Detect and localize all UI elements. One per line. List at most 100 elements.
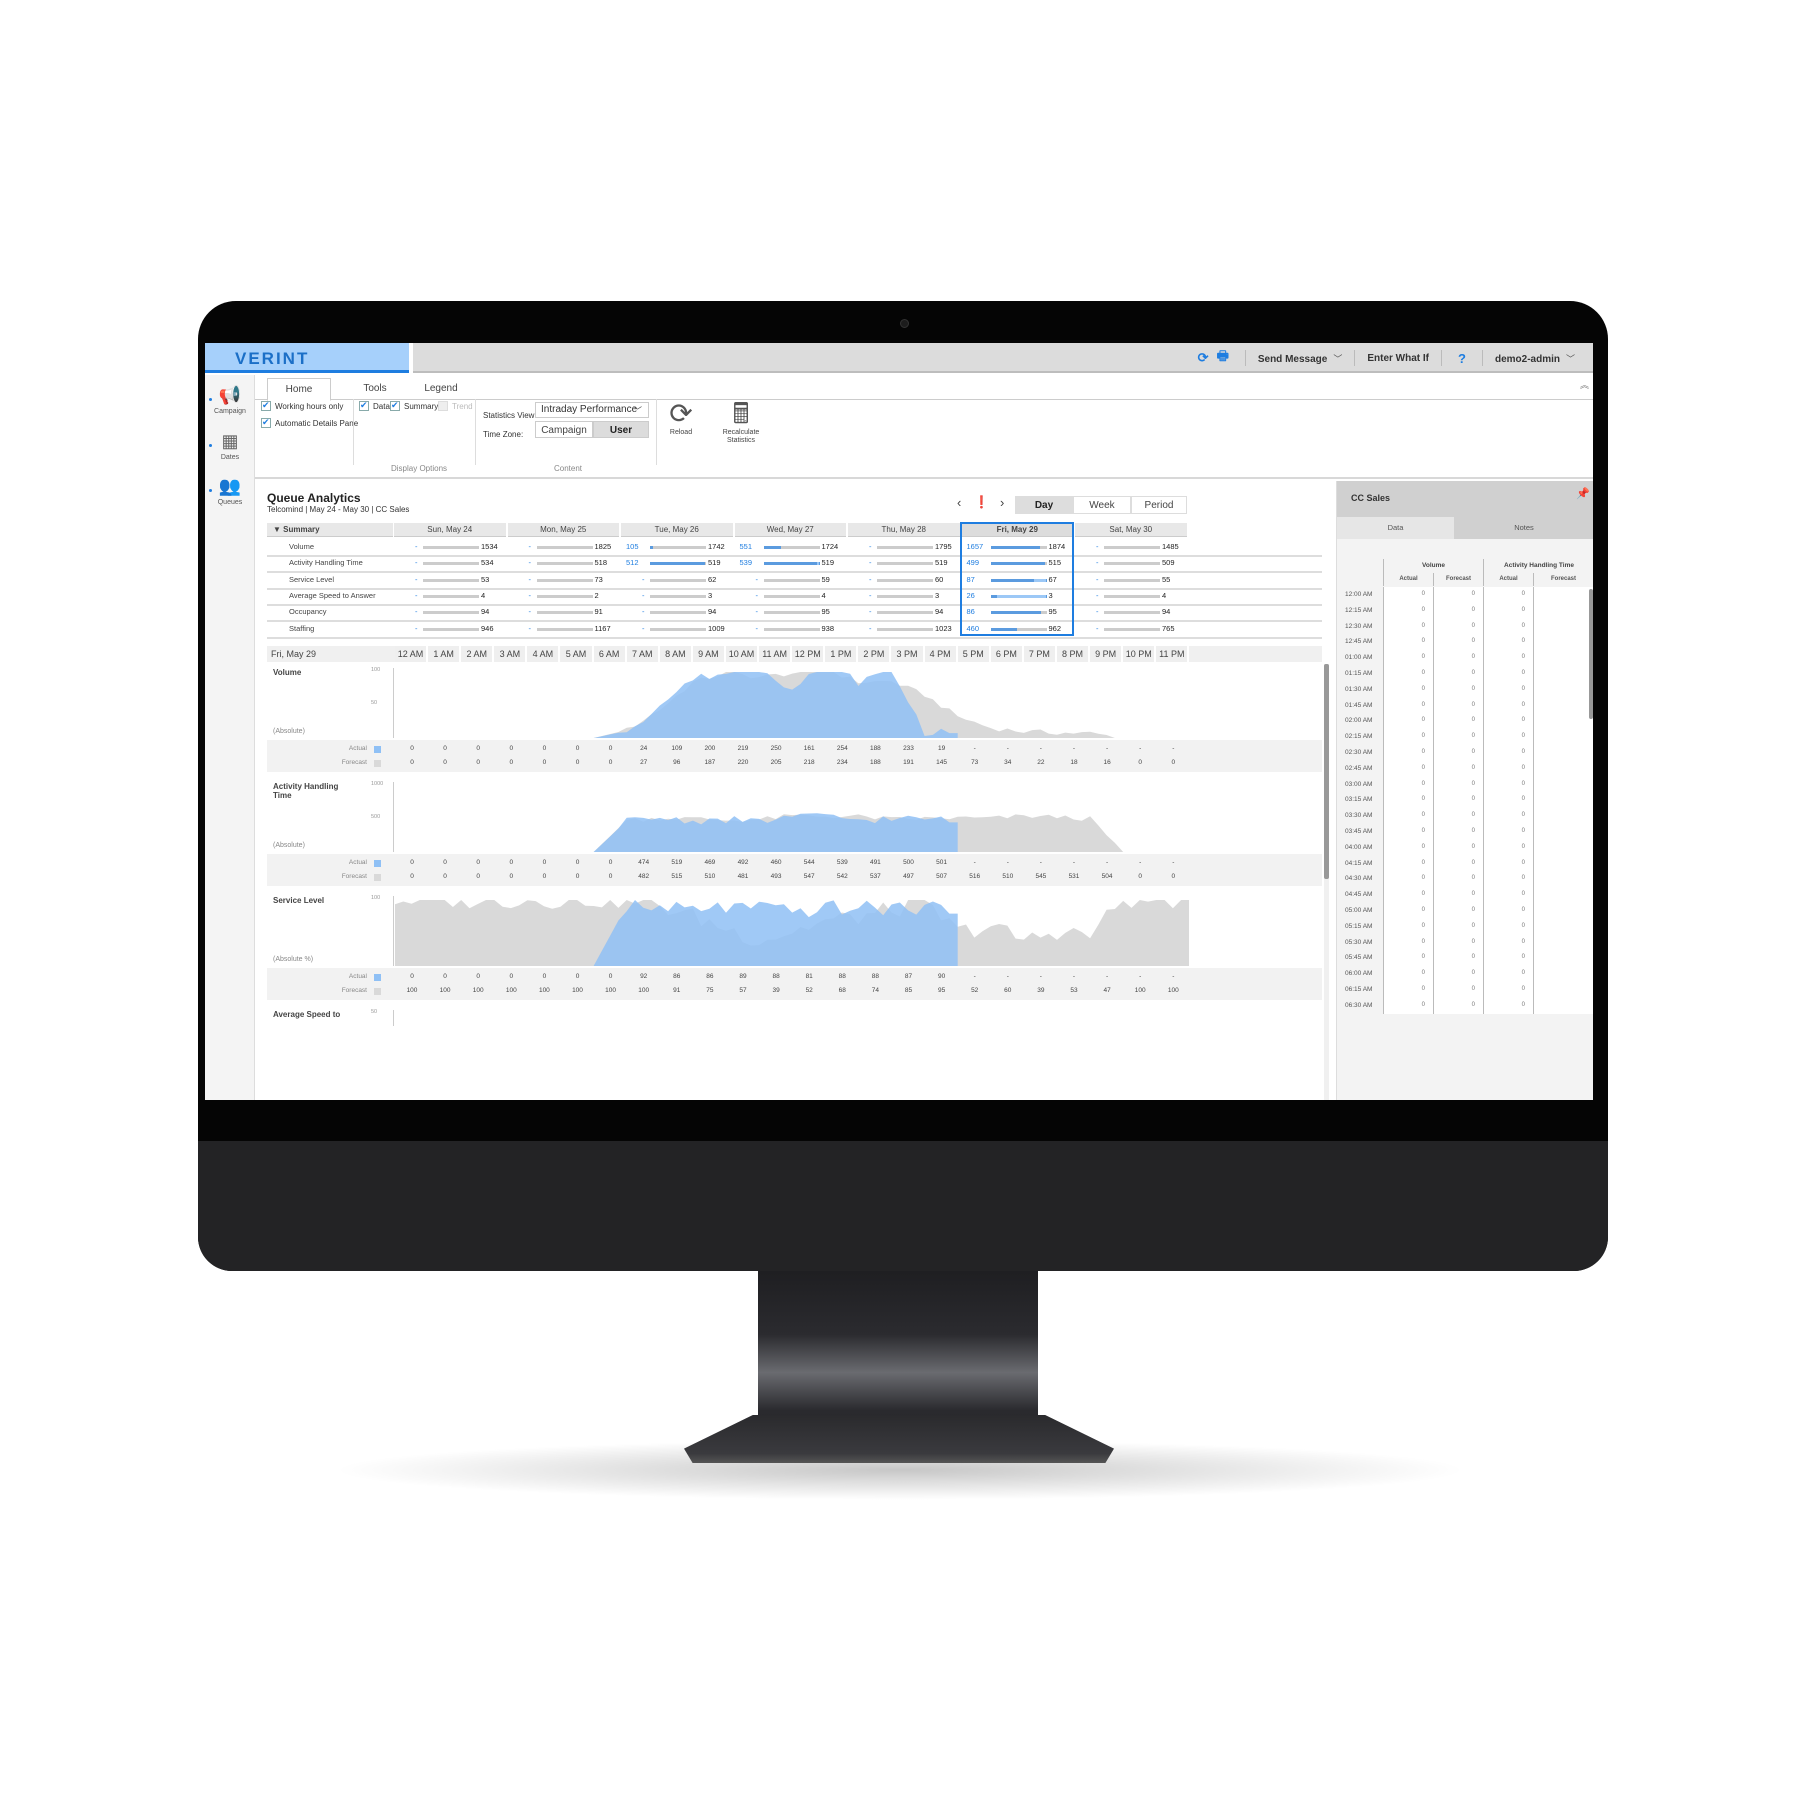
day-column-header[interactable]: Sat, May 30 <box>1075 523 1187 537</box>
time-label: 01:30 AM <box>1345 685 1373 693</box>
actual-value: - <box>415 574 418 584</box>
send-message-button[interactable]: Send Message ﹀ <box>1258 352 1343 365</box>
tab-tools[interactable]: Tools <box>345 378 405 400</box>
summary-cell[interactable]: -4 <box>1074 587 1188 604</box>
table-row: 04:15 AM 0 0 0 <box>1337 855 1593 872</box>
period-day-button[interactable]: Day <box>1015 496 1073 514</box>
summary-cell[interactable]: - 1485 <box>1074 538 1188 555</box>
day-column-header[interactable]: Tue, May 26 <box>621 523 733 537</box>
summary-cell[interactable]: - 73 <box>507 571 621 588</box>
summary-cell[interactable]: - 53 <box>393 571 507 588</box>
summary-cell[interactable]: - 1023 <box>847 620 961 637</box>
summary-cell[interactable]: - 509 <box>1074 554 1188 571</box>
actual-value: - <box>869 590 872 600</box>
summary-cell[interactable]: - 60 <box>847 571 961 588</box>
main-scrollbar[interactable] <box>1324 664 1329 1100</box>
summary-cell[interactable]: - 1825 <box>507 538 621 555</box>
forecast-value: 55 <box>1162 574 1171 584</box>
collapse-ribbon-icon[interactable]: ︽ <box>1580 378 1589 391</box>
day-column-header[interactable]: Thu, May 28 <box>848 523 960 537</box>
summary-cell[interactable]: - 94 <box>1074 603 1188 620</box>
summary-cell[interactable]: - 1167 <box>507 620 621 637</box>
summary-cell[interactable]: 512 519 <box>620 554 734 571</box>
automatic-details-pane-checkbox[interactable]: Automatic Details Pane <box>261 417 358 428</box>
tab-data[interactable]: Data <box>1337 517 1454 539</box>
working-hours-only-checkbox[interactable]: Working hours only <box>261 400 343 411</box>
summary-cell[interactable]: - 518 <box>507 554 621 571</box>
summary-cell[interactable]: - 55 <box>1074 571 1188 588</box>
day-column-header[interactable]: Sun, May 24 <box>394 523 506 537</box>
previous-icon[interactable]: ‹ <box>957 495 961 510</box>
comparison-bar <box>877 627 933 631</box>
summary-cell[interactable]: - 519 <box>847 554 961 571</box>
data-label: - <box>1139 859 1142 866</box>
metric-title: Service Level <box>273 896 325 905</box>
column-group-header: Volume <box>1383 559 1483 573</box>
help-icon[interactable]: ? <box>1458 351 1466 366</box>
checkbox-checked[interactable] <box>261 400 271 411</box>
tab-notes[interactable]: Notes <box>1454 517 1593 539</box>
tab-legend[interactable]: Legend <box>411 378 471 400</box>
pin-icon[interactable]: 📌 <box>1576 487 1590 500</box>
summary-cell[interactable]: - 94 <box>847 603 961 620</box>
refresh-icon[interactable]: ⟳ <box>1198 350 1209 366</box>
time-label: 02:30 AM <box>1345 749 1373 756</box>
checkbox-checked[interactable] <box>390 400 400 411</box>
summary-cell[interactable]: - 95 <box>734 603 848 620</box>
data-label: 233 <box>903 745 914 752</box>
summary-cell[interactable]: - 1009 <box>620 620 734 637</box>
recalculate-statistics-button[interactable]: 🖩 Recalculate Statistics <box>713 399 769 445</box>
sidebar-item-dates[interactable]: ▦ Dates <box>205 431 255 461</box>
summary-cell[interactable]: -2 <box>507 587 621 604</box>
summary-cell[interactable]: - 94 <box>393 603 507 620</box>
sidebar-item-queues[interactable]: 👥 Queues <box>205 476 255 506</box>
summary-cell[interactable]: - 946 <box>393 620 507 637</box>
checkbox-checked[interactable] <box>359 400 369 411</box>
data-label: 507 <box>936 873 948 880</box>
summary-toggle[interactable]: ▼ Summary <box>267 523 393 537</box>
data-label: 492 <box>737 859 749 866</box>
data-checkbox[interactable]: Data <box>359 400 390 411</box>
reload-button[interactable]: ⟳ Reload <box>663 399 699 437</box>
trend-checkbox[interactable]: Trend <box>438 401 473 411</box>
summary-cell[interactable]: - 765 <box>1074 620 1188 637</box>
checkbox-checked[interactable] <box>261 417 271 428</box>
summary-cell[interactable]: 105 1742 <box>620 538 734 555</box>
user-menu-button[interactable]: demo2-admin ﹀ <box>1495 352 1575 365</box>
print-icon[interactable]: 🖶 <box>1217 347 1229 369</box>
day-column-header[interactable]: Mon, May 25 <box>507 523 619 537</box>
summary-cell[interactable]: -4 <box>734 587 848 604</box>
day-column-header[interactable]: Wed, May 27 <box>734 523 846 537</box>
enter-what-if-button[interactable]: Enter What If <box>1367 353 1429 364</box>
actual-bar-fill <box>763 562 820 566</box>
summary-cell[interactable]: - 91 <box>507 603 621 620</box>
summary-cell[interactable]: - 1795 <box>847 538 961 555</box>
summary-cell[interactable]: - 1534 <box>393 538 507 555</box>
alert-icon[interactable]: ❗ <box>974 495 989 509</box>
checkbox-unchecked[interactable] <box>438 401 448 411</box>
next-icon[interactable]: › <box>1000 495 1004 510</box>
summary-cell[interactable]: - 59 <box>734 571 848 588</box>
time-zone-user[interactable]: User <box>593 421 649 438</box>
time-zone-campaign[interactable]: Campaign <box>535 421 593 438</box>
sidebar-item-campaign[interactable]: 📢 Campaign <box>205 385 255 415</box>
summary-cell[interactable]: -3 <box>847 587 961 604</box>
summary-cell[interactable]: - 62 <box>620 571 734 588</box>
summary-checkbox[interactable]: Summary <box>390 400 438 411</box>
tab-home[interactable]: Home <box>267 378 331 401</box>
scrollbar-thumb[interactable] <box>1324 664 1329 879</box>
table-row: 12:30 AM 0 0 0 <box>1337 618 1593 635</box>
summary-cell[interactable]: - 534 <box>393 554 507 571</box>
details-scrollbar[interactable] <box>1589 589 1593 719</box>
summary-cell[interactable]: - 938 <box>734 620 848 637</box>
summary-cell[interactable]: - 94 <box>620 603 734 620</box>
period-week-button[interactable]: Week <box>1073 496 1131 514</box>
summary-cell[interactable]: -4 <box>393 587 507 604</box>
summary-cell[interactable]: -3 <box>620 587 734 604</box>
hour-column-header: 7 PM <box>1023 646 1057 662</box>
summary-cell[interactable]: 551 1724 <box>734 538 848 555</box>
statistics-view-select[interactable]: Intraday Performance ﹀ <box>535 402 649 418</box>
period-period-button[interactable]: Period <box>1131 496 1187 514</box>
data-label: 19 <box>937 745 946 752</box>
summary-cell[interactable]: 539 519 <box>734 554 848 571</box>
